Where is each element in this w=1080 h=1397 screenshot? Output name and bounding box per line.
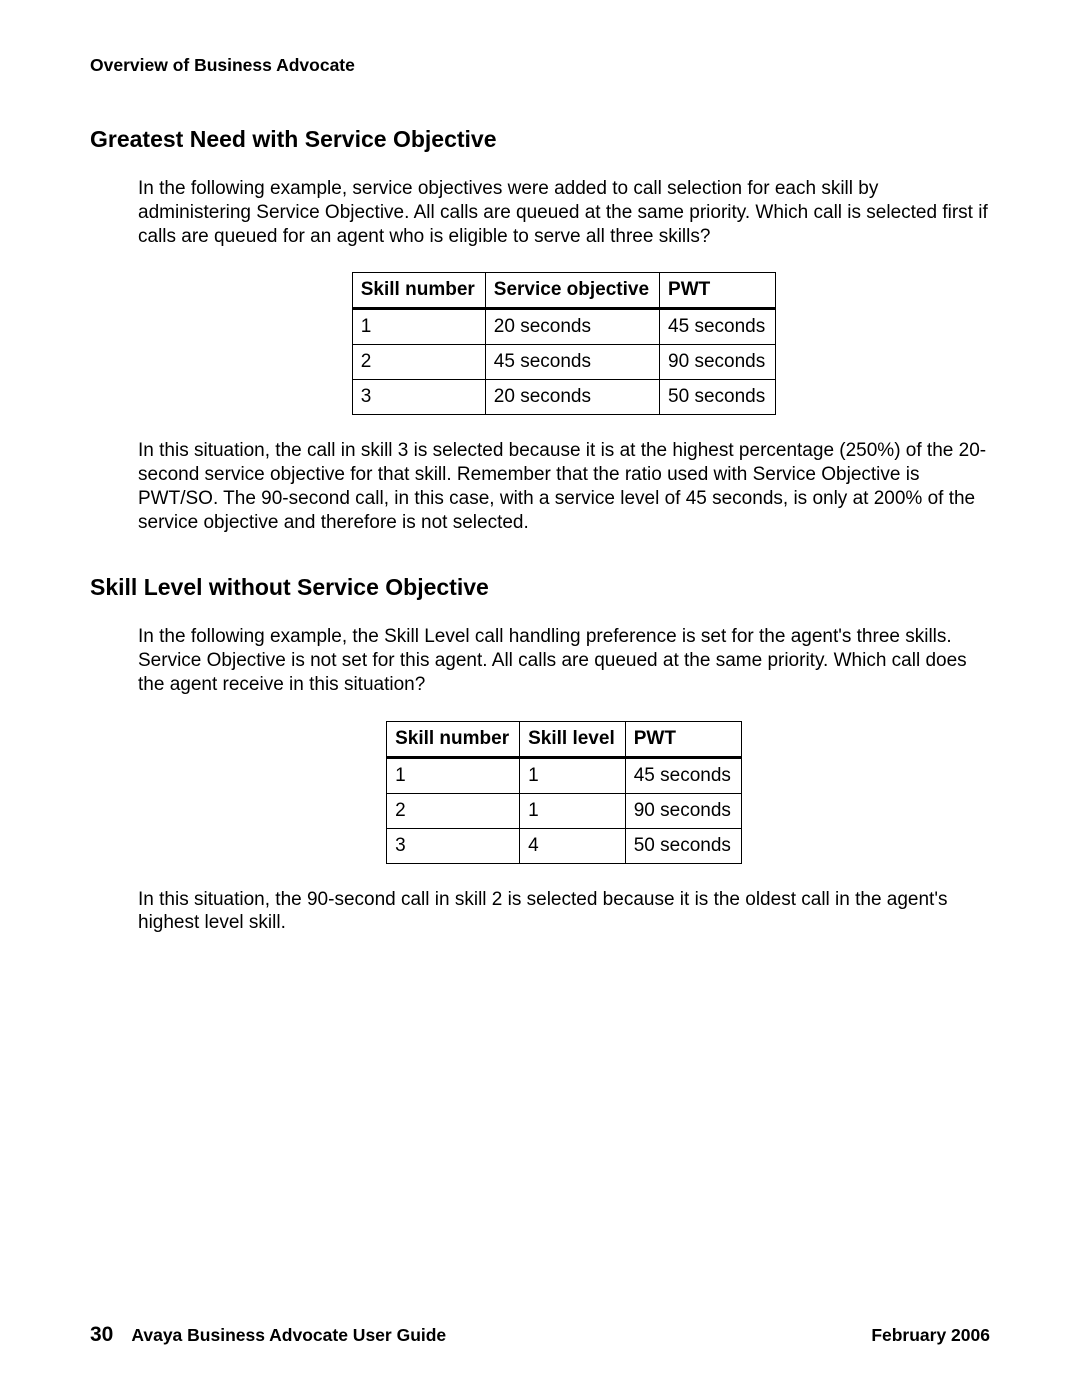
table1-r0c0: 1: [352, 309, 485, 345]
table2-r2c1: 4: [520, 828, 626, 863]
table1-r2c0: 3: [352, 380, 485, 415]
table2-r1c2: 90 seconds: [625, 793, 741, 828]
table2-r2c2: 50 seconds: [625, 828, 741, 863]
section2-intro: In the following example, the Skill Leve…: [138, 625, 990, 696]
table1-h1: Service objective: [485, 273, 659, 309]
table2-r1c0: 2: [387, 793, 520, 828]
table1-r0c1: 20 seconds: [485, 309, 659, 345]
table1-r0c2: 45 seconds: [660, 309, 776, 345]
section1-title: Greatest Need with Service Objective: [90, 126, 990, 153]
section2-conclusion: In this situation, the 90-second call in…: [138, 888, 990, 936]
table1-r1c2: 90 seconds: [660, 345, 776, 380]
table-row: 3 4 50 seconds: [387, 828, 742, 863]
table1-r1c1: 45 seconds: [485, 345, 659, 380]
section1-body: In the following example, service object…: [138, 177, 990, 534]
table-row: 2 1 90 seconds: [387, 793, 742, 828]
table-row: 2 45 seconds 90 seconds: [352, 345, 775, 380]
table-row: 1 1 45 seconds: [387, 757, 742, 793]
section1-conclusion: In this situation, the call in skill 3 i…: [138, 439, 990, 534]
page-footer: 30 Avaya Business Advocate User Guide Fe…: [90, 1323, 990, 1347]
footer-doc-title: Avaya Business Advocate User Guide: [131, 1325, 871, 1346]
table2-r2c0: 3: [387, 828, 520, 863]
page: Overview of Business Advocate Greatest N…: [0, 0, 1080, 1397]
footer-date: February 2006: [871, 1325, 990, 1346]
section2-title: Skill Level without Service Objective: [90, 574, 990, 601]
table1-r1c0: 2: [352, 345, 485, 380]
table-row: 1 20 seconds 45 seconds: [352, 309, 775, 345]
table2-r0c1: 1: [520, 757, 626, 793]
section2-body: In the following example, the Skill Leve…: [138, 625, 990, 935]
table2-r0c2: 45 seconds: [625, 757, 741, 793]
table1: Skill number Service objective PWT 1 20 …: [352, 272, 776, 415]
table1-r2c1: 20 seconds: [485, 380, 659, 415]
table2: Skill number Skill level PWT 1 1 45 seco…: [386, 721, 742, 864]
table2-header-row: Skill number Skill level PWT: [387, 721, 742, 757]
running-head: Overview of Business Advocate: [90, 55, 990, 76]
table1-r2c2: 50 seconds: [660, 380, 776, 415]
table2-h2: PWT: [625, 721, 741, 757]
table2-h0: Skill number: [387, 721, 520, 757]
table1-header-row: Skill number Service objective PWT: [352, 273, 775, 309]
table1-h0: Skill number: [352, 273, 485, 309]
table2-r0c0: 1: [387, 757, 520, 793]
table-row: 3 20 seconds 50 seconds: [352, 380, 775, 415]
section1-intro: In the following example, service object…: [138, 177, 990, 248]
table1-h2: PWT: [660, 273, 776, 309]
page-number: 30: [90, 1323, 113, 1347]
table2-h1: Skill level: [520, 721, 626, 757]
table2-r1c1: 1: [520, 793, 626, 828]
